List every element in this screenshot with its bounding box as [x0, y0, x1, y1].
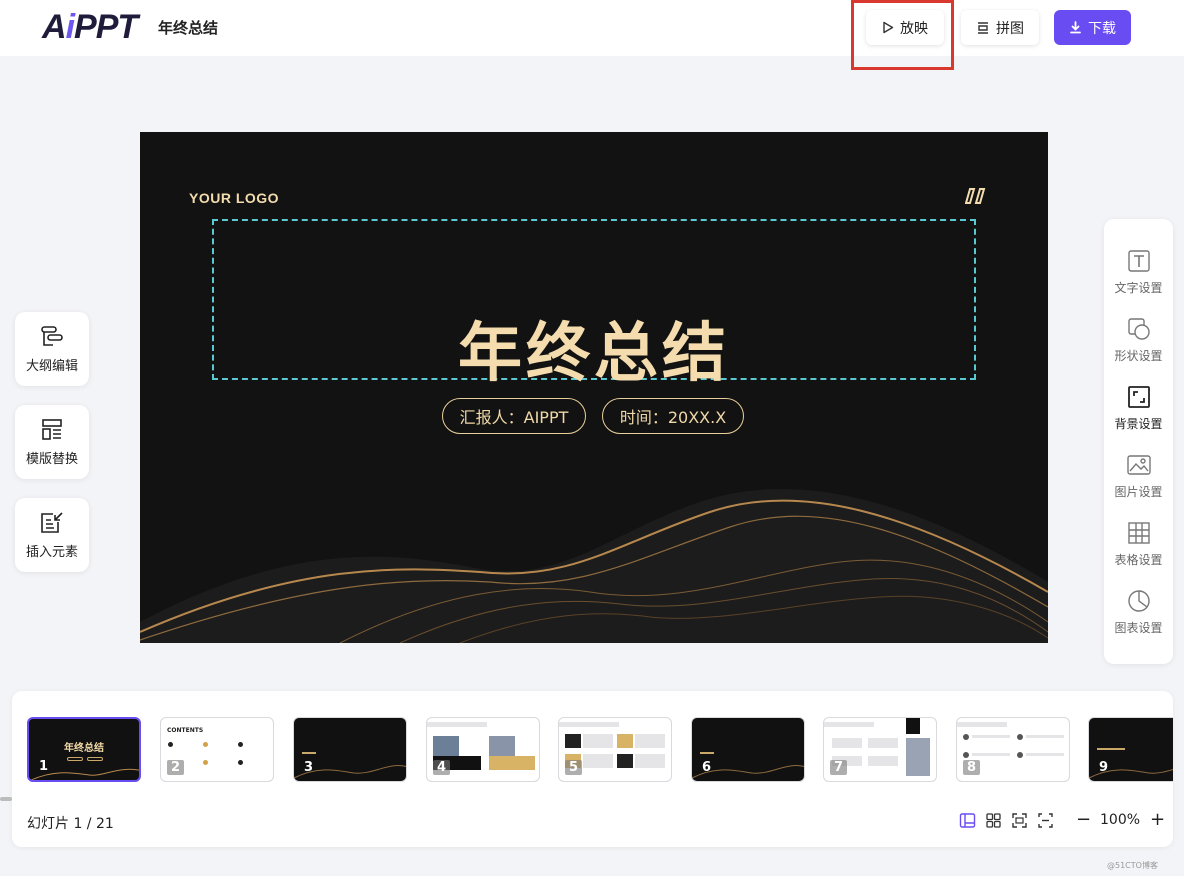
- play-button[interactable]: 放映: [866, 10, 944, 45]
- outline-edit-label: 大纲编辑: [25, 358, 78, 374]
- thumbnail-2-number: 2: [167, 760, 185, 775]
- horizontal-scrollbar[interactable]: [0, 797, 12, 801]
- shape-settings-button[interactable]: 形状设置: [1104, 316, 1173, 376]
- slide-title[interactable]: 年终总结: [140, 302, 1048, 394]
- download-icon: [1070, 21, 1081, 34]
- thumbnail-8-number: 8: [963, 760, 981, 775]
- thumbnail-7-number: 7: [830, 760, 848, 775]
- view-mode-toolbar: [959, 812, 1054, 829]
- thumbnail-9-number: 9: [1099, 760, 1109, 775]
- insert-icon: [41, 511, 63, 533]
- fullscreen-icon[interactable]: [1037, 812, 1054, 829]
- thumbnail-slide-5[interactable]: 5: [558, 717, 672, 782]
- thumbnail-slide-1[interactable]: 年终总结 1: [27, 717, 141, 782]
- thumbnail-1-number: 1: [39, 759, 49, 774]
- zoom-out-button[interactable]: −: [1076, 811, 1091, 829]
- thumbnail-slide-2[interactable]: CONTENTS 2: [160, 717, 274, 782]
- time-pill[interactable]: 时间：20XX.X: [602, 398, 744, 434]
- logo-letter-a: A: [42, 7, 67, 46]
- fit-screen-icon[interactable]: [1011, 812, 1028, 829]
- text-settings-button[interactable]: 文字设置: [1104, 248, 1173, 308]
- slide-canvas[interactable]: YOUR LOGO 年终总结 汇报人：AIPPT 时间：20XX.X: [140, 132, 1048, 643]
- reporter-pill[interactable]: 汇报人：AIPPT: [442, 398, 586, 434]
- chart-settings-button[interactable]: 图表设置: [1104, 588, 1173, 648]
- background-icon: [1127, 386, 1150, 408]
- play-button-label: 放映: [900, 20, 928, 37]
- grid-view-icon[interactable]: [985, 812, 1002, 829]
- download-button[interactable]: 下载: [1054, 10, 1131, 45]
- thumbnail-3-number: 3: [304, 760, 314, 775]
- thumbnail-slide-4[interactable]: 4: [426, 717, 540, 782]
- logo-letters-ppt: PPT: [74, 7, 138, 46]
- chart-icon: [1127, 590, 1150, 612]
- slide-logo-text[interactable]: YOUR LOGO: [189, 190, 279, 206]
- thumbnail-2-title: CONTENTS: [167, 727, 204, 734]
- outline-edit-button[interactable]: 大纲编辑: [15, 312, 89, 386]
- template-replace-button[interactable]: 模版替换: [15, 405, 89, 479]
- text-settings-label: 文字设置: [1114, 281, 1163, 295]
- template-replace-label: 模版替换: [25, 451, 78, 467]
- watermark-text: @51CTO博客: [1107, 861, 1158, 870]
- thumbnail-slide-3[interactable]: 3: [293, 717, 407, 782]
- logo-letter-i: i: [65, 7, 76, 46]
- quote-mark-icon: [964, 186, 991, 214]
- play-icon: [883, 21, 894, 34]
- download-button-label: 下载: [1088, 20, 1116, 37]
- image-icon: [1126, 455, 1151, 475]
- zoom-level: 100%: [1100, 812, 1141, 828]
- thumbnail-6-number: 6: [702, 760, 712, 775]
- thumbnail-slide-7[interactable]: 7: [823, 717, 937, 782]
- text-icon: [1127, 250, 1150, 272]
- thumbnail-slide-8[interactable]: 8: [956, 717, 1070, 782]
- pin-button[interactable]: 拼图: [961, 10, 1039, 45]
- image-settings-label: 图片设置: [1114, 485, 1163, 499]
- shape-icon: [1127, 318, 1150, 340]
- outline-icon: [41, 325, 63, 346]
- right-settings-panel: 文字设置 形状设置 背景设置 图片设置 表格设置 图表设置: [1104, 219, 1173, 664]
- zoom-control: − 100% +: [1076, 811, 1165, 829]
- background-settings-button[interactable]: 背景设置: [1104, 384, 1173, 444]
- image-settings-button[interactable]: 图片设置: [1104, 452, 1173, 512]
- table-icon: [1127, 522, 1150, 544]
- document-title: 年终总结: [158, 19, 219, 37]
- insert-element-button[interactable]: 插入元素: [15, 498, 89, 572]
- thumbnail-1-title: 年终总结: [64, 743, 104, 754]
- chart-settings-label: 图表设置: [1114, 621, 1163, 635]
- background-settings-label: 背景设置: [1114, 417, 1163, 431]
- app-logo: AiPPT: [42, 7, 138, 46]
- normal-view-icon[interactable]: [959, 812, 976, 829]
- table-settings-label: 表格设置: [1114, 553, 1163, 567]
- thumbnail-5-number: 5: [565, 760, 583, 775]
- table-settings-button[interactable]: 表格设置: [1104, 520, 1173, 580]
- template-icon: [42, 418, 62, 440]
- shape-settings-label: 形状设置: [1114, 349, 1163, 363]
- slide-counter: 幻灯片 1 / 21: [27, 816, 114, 832]
- pin-button-label: 拼图: [996, 20, 1024, 37]
- thumbnail-slide-6[interactable]: 6: [691, 717, 805, 782]
- puzzle-layout-icon: [978, 21, 988, 34]
- thumbnail-4-number: 4: [433, 760, 451, 775]
- zoom-in-button[interactable]: +: [1150, 811, 1165, 829]
- top-header: AiPPT 年终总结 放映 拼图 下载: [0, 0, 1184, 56]
- insert-element-label: 插入元素: [25, 544, 78, 560]
- slide-thumbnail-panel: 年终总结 1 CONTENTS 2 3 4 5 6 7 8 9 幻灯片 1 / …: [12, 691, 1173, 847]
- decorative-waves: [140, 488, 1048, 643]
- thumbnail-slide-9[interactable]: 9: [1088, 717, 1173, 782]
